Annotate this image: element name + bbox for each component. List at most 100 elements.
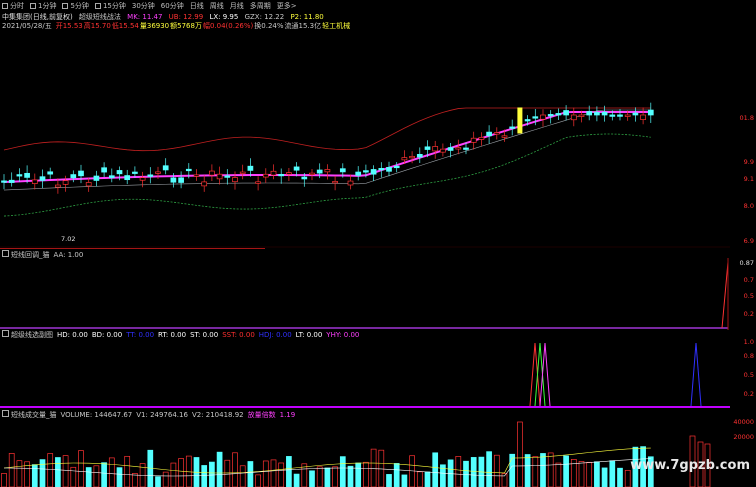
candle-body — [455, 147, 462, 150]
candle-body — [224, 175, 231, 178]
volume-bar — [270, 459, 277, 487]
divider — [0, 248, 265, 249]
candle-body — [16, 174, 23, 177]
signal-spike — [534, 342, 546, 407]
toolbar-item-1min[interactable]: 1分钟 — [30, 1, 56, 11]
checkbox-icon[interactable] — [62, 2, 69, 9]
volume-bar — [486, 451, 492, 487]
toolbar-item-15min[interactable]: 15分钟 — [94, 1, 126, 11]
candle-body — [563, 110, 569, 116]
toolbar-item-multi-period[interactable]: 多周期 — [250, 1, 271, 11]
volume-bar — [370, 448, 377, 487]
volume-bar — [93, 465, 100, 487]
candle-body — [386, 167, 392, 172]
candle-body — [332, 181, 338, 184]
axis-tick: 1.0 — [743, 338, 754, 346]
low-price-label: 7.02 — [61, 235, 76, 243]
toolbar-item-more[interactable]: 更多> — [277, 1, 297, 11]
toolbar-item-60min[interactable]: 60分钟 — [161, 1, 184, 11]
candle-body — [24, 172, 30, 178]
p2-value: P2: 11.80 — [290, 13, 324, 21]
volume-bar — [70, 466, 77, 487]
volume-bar — [463, 460, 469, 487]
toolbar-item-5min[interactable]: 5分钟 — [62, 1, 89, 11]
volume-bar — [47, 453, 54, 487]
volume-bar — [170, 462, 177, 487]
axis-tick: 0.8 — [743, 352, 754, 360]
volume-chart[interactable] — [0, 418, 730, 487]
candle-body — [640, 114, 646, 120]
volume-bar — [8, 453, 15, 487]
volume-bar — [178, 458, 184, 487]
candle-body — [70, 174, 77, 179]
volume-bar — [401, 474, 408, 487]
volume-bar — [547, 452, 554, 487]
candle-body — [309, 172, 315, 175]
volume-bar — [363, 461, 369, 487]
quote-sector: 轻工机械 — [322, 22, 351, 30]
panel3-chart[interactable] — [0, 338, 730, 410]
volume-bar — [524, 454, 531, 487]
volume-bar — [578, 461, 585, 487]
toolbar-item-minute[interactable]: 分时 — [2, 1, 24, 11]
volume-bar — [432, 452, 439, 487]
checkbox-icon[interactable] — [2, 2, 8, 9]
candle-body — [178, 177, 184, 183]
candle-body — [470, 137, 477, 143]
candle-body — [93, 175, 100, 181]
quote-low: 低15.54 — [111, 22, 139, 30]
panel-menu-icon[interactable] — [2, 330, 9, 337]
axis-tick: 0.87 — [739, 259, 754, 267]
volume-bar — [155, 476, 161, 487]
volume-bar — [39, 459, 46, 487]
candle-body — [62, 180, 69, 185]
volume-bar — [601, 467, 608, 487]
quote-high: 高15.70 — [83, 22, 111, 30]
toolbar-item-30min[interactable]: 30分钟 — [132, 1, 155, 11]
candle-body — [31, 179, 38, 184]
candle-body — [355, 171, 362, 176]
panel-menu-icon[interactable] — [2, 250, 9, 257]
candle-body — [447, 147, 454, 151]
gzx-value: GZX: 12.22 — [244, 13, 285, 21]
stock-title[interactable]: 中集集团(日线,前复权) — [2, 13, 73, 21]
price-chart[interactable] — [0, 30, 730, 248]
toolbar-item-monthly[interactable]: 月线 — [230, 1, 244, 11]
candle-body — [416, 153, 423, 158]
volume-bar — [493, 454, 500, 487]
volume-bar — [378, 449, 385, 487]
candle-body — [370, 169, 377, 175]
candle-body — [594, 112, 600, 116]
volume-bar — [124, 455, 131, 487]
checkbox-icon[interactable] — [30, 2, 36, 9]
candle-body — [55, 184, 61, 188]
candle-body — [116, 170, 123, 175]
candle-body — [378, 168, 385, 171]
checkbox-icon[interactable] — [94, 2, 101, 9]
candle-body — [586, 111, 593, 116]
quote-float: 流通15.3亿 — [284, 22, 322, 30]
volume-bar — [416, 471, 423, 487]
volume-bar — [278, 462, 285, 487]
candle-body — [147, 174, 154, 177]
mk-value: MK: 11.47 — [127, 13, 163, 21]
candle-body — [339, 168, 346, 173]
candle-body — [108, 175, 115, 179]
candle-body — [555, 113, 562, 116]
volume-bar — [116, 467, 123, 487]
toolbar-item-weekly[interactable]: 周线 — [210, 1, 224, 11]
candle-body — [301, 176, 308, 180]
toolbar-item-daily[interactable]: 日线 — [190, 1, 204, 11]
candle-body — [270, 170, 277, 176]
volume-bar — [555, 462, 562, 487]
candle-body — [193, 174, 200, 177]
candle-body — [85, 182, 92, 187]
indicator-name[interactable]: 超级短线战法 — [79, 13, 121, 21]
panel2-chart[interactable] — [0, 258, 730, 330]
volume-bar — [286, 456, 292, 487]
candle-body — [1, 180, 7, 183]
panel3-axis: 1.0 0.8 0.5 0.2 — [728, 338, 756, 410]
volume-bar — [470, 457, 477, 487]
panel-menu-icon[interactable] — [2, 410, 9, 417]
candle-body — [262, 173, 269, 178]
